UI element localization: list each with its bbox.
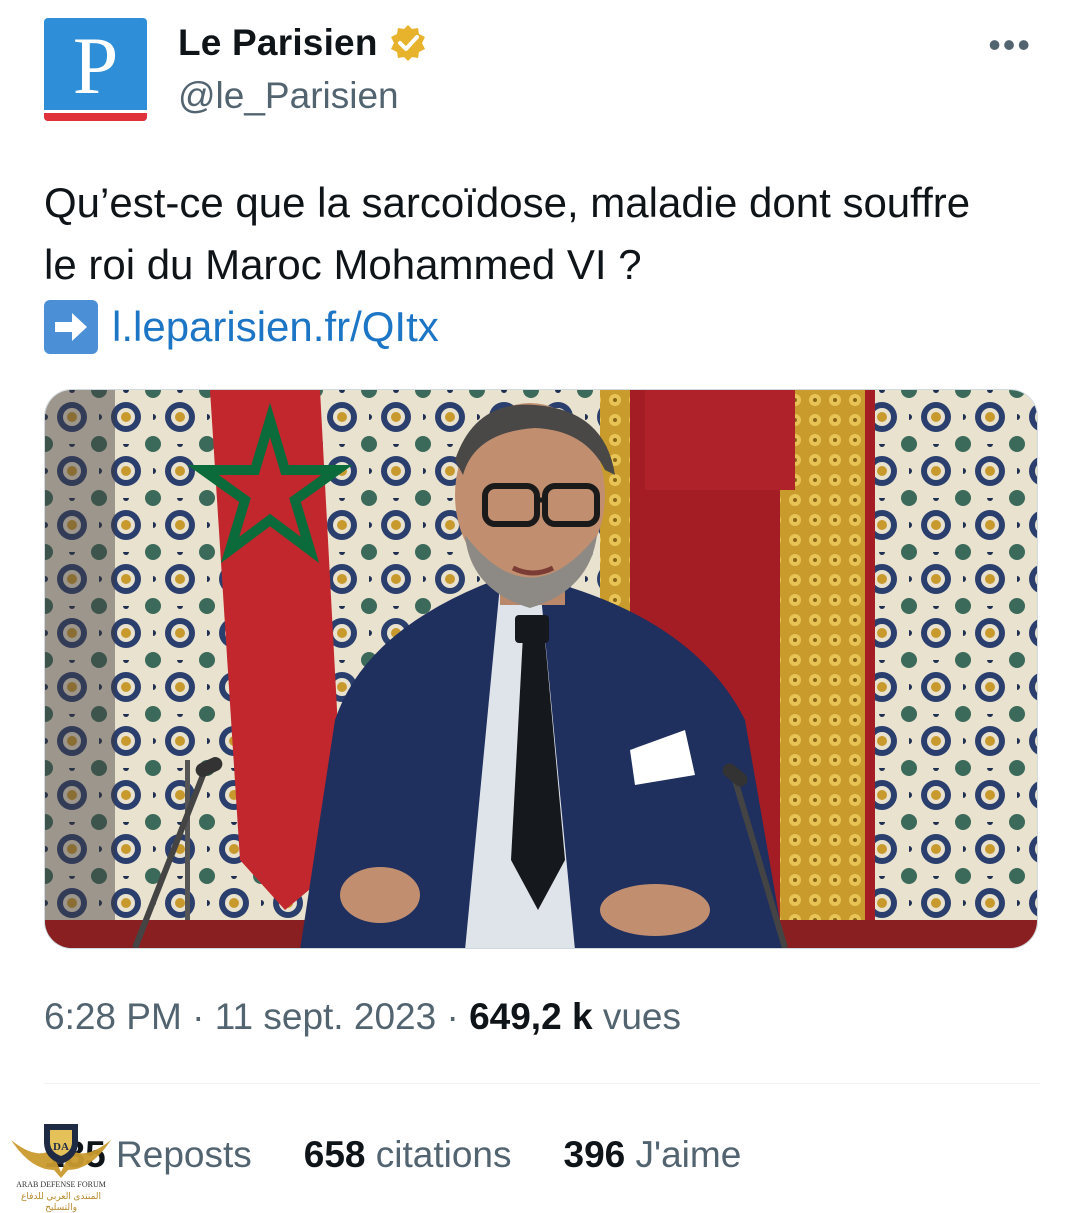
likes-count: 396	[563, 1134, 626, 1175]
tweet-header: P Le Parisien @le_Parisien •••	[44, 18, 1040, 123]
tweet-text: Qu’est-ce que la sarcoïdose, maladie don…	[44, 172, 1004, 358]
divider	[44, 1083, 1040, 1084]
reposts-label: Reposts	[116, 1134, 252, 1175]
name-row: Le Parisien	[178, 22, 428, 64]
verified-badge-icon	[390, 25, 425, 61]
right-arrow-icon	[44, 300, 98, 354]
watermark-forum-name: ARAB DEFENSE FORUM	[16, 1180, 106, 1189]
account-name[interactable]: Le Parisien	[178, 22, 378, 64]
views-label: vues	[602, 996, 681, 1037]
avatar-stripe	[44, 113, 147, 121]
engagement-stats: 135 Reposts 658 citations 396 J'aime	[44, 1134, 793, 1176]
avatar[interactable]: P	[44, 18, 147, 121]
photo-illustration	[45, 390, 1037, 948]
watermark-arabic-name: المنتدى العربي للدفاع والتسليح	[20, 1191, 102, 1212]
stat-quotes[interactable]: 658 citations	[304, 1134, 512, 1176]
likes-label: J'aime	[635, 1134, 742, 1175]
quotes-count: 658	[303, 1134, 366, 1175]
tweet-link[interactable]: l.leparisien.fr/QItx	[112, 296, 439, 358]
tweet-meta: 6:28 PM · 11 sept. 2023 · 649,2 k vues	[44, 996, 681, 1038]
quotes-label: citations	[375, 1134, 512, 1175]
tweet-date[interactable]: 11 sept. 2023	[215, 996, 437, 1037]
watermark-logo-text: DA	[53, 1141, 69, 1153]
more-options-icon[interactable]: •••	[988, 24, 1032, 66]
views-count: 649,2 k	[469, 996, 593, 1037]
forum-eagle-logo-icon: DA	[11, 1124, 111, 1178]
meta-separator: ·	[192, 996, 205, 1037]
forum-watermark: DA ARAB DEFENSE FORUM المنتدى العربي للد…	[6, 1120, 116, 1212]
link-row: l.leparisien.fr/QItx	[44, 296, 1004, 358]
tweet-photo[interactable]	[44, 389, 1038, 949]
meta-separator-2: ·	[446, 996, 459, 1037]
tweet-time[interactable]: 6:28 PM	[44, 996, 182, 1037]
avatar-letter: P	[72, 20, 119, 111]
account-handle[interactable]: @le_Parisien	[178, 75, 399, 117]
stat-likes[interactable]: 396 J'aime	[564, 1134, 742, 1176]
tweet-body: Qu’est-ce que la sarcoïdose, maladie don…	[44, 179, 971, 288]
